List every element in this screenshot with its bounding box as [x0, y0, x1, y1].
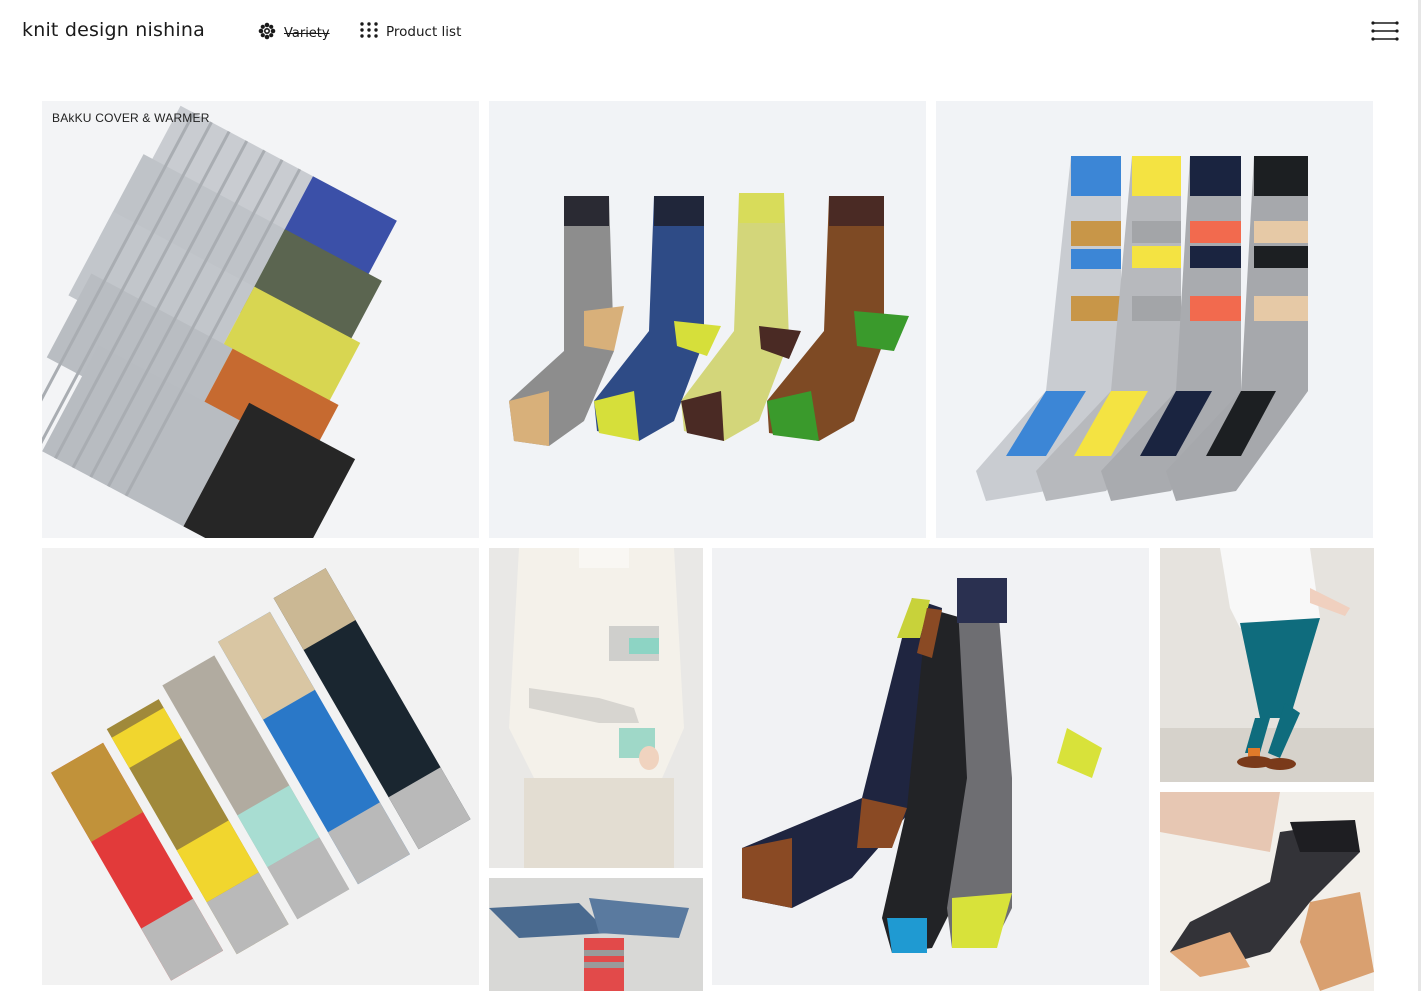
menu-button[interactable]: [1371, 20, 1399, 42]
product-photo: [1160, 792, 1374, 991]
nav-product-list[interactable]: Product list: [360, 22, 461, 42]
product-photo: [712, 548, 1149, 985]
gallery-tile-arm-warmer-model[interactable]: [489, 548, 703, 868]
tile-label: BAkKU COVER & WARMER: [52, 111, 210, 125]
grid-dots-icon: [360, 22, 378, 42]
nav-product-list-label: Product list: [386, 24, 462, 40]
gallery-tile-cable-sock-foot[interactable]: [1160, 792, 1374, 991]
gallery-tile-navy-cable-socks-three[interactable]: [712, 548, 1149, 985]
product-photo: [489, 101, 926, 538]
gallery-tile-striped-socks-four[interactable]: [936, 101, 1373, 538]
site-header: knit design nishina Variety Product list: [0, 0, 1421, 64]
product-photo: [42, 548, 479, 985]
gallery-tile-bakku-cover-warmer[interactable]: BAkKU COVER & WARMER: [42, 101, 479, 538]
gallery-tile-jeans-socks-closeup[interactable]: [489, 878, 703, 991]
brand-logo[interactable]: knit design nishina: [22, 19, 205, 41]
product-photo: [936, 101, 1373, 538]
gallery-tile-cable-socks-four[interactable]: [489, 101, 926, 538]
product-photo: [489, 548, 703, 868]
gallery-tile-colorblock-socks-five[interactable]: [42, 548, 479, 985]
flower-icon: [258, 22, 276, 44]
menu-lines-icon: [1371, 21, 1399, 46]
gallery-tile-walking-model[interactable]: [1160, 548, 1374, 782]
product-photo: [489, 878, 703, 991]
product-photo: [42, 101, 479, 538]
nav-variety[interactable]: Variety: [258, 22, 330, 44]
nav-variety-label: Variety: [284, 25, 330, 41]
product-photo: [1160, 548, 1374, 782]
